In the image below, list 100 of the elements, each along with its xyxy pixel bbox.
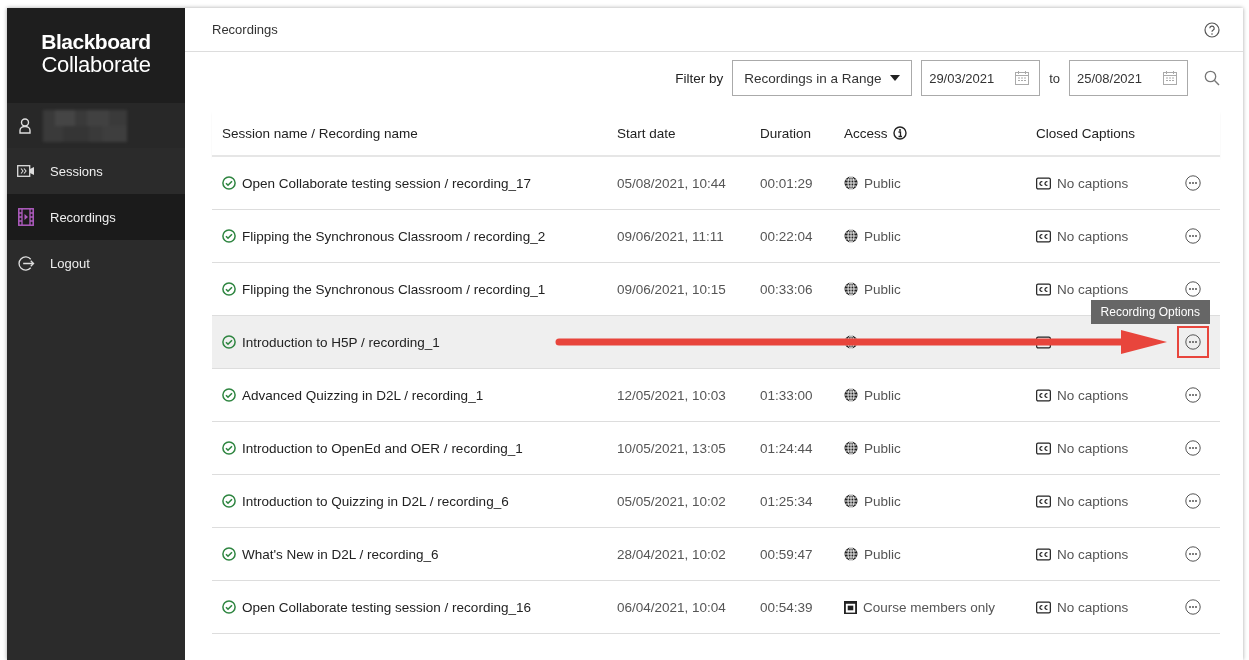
globe-icon	[844, 388, 858, 402]
recording-name: What's New in D2L / recording_6	[242, 546, 439, 562]
ellipsis-icon	[1185, 228, 1201, 244]
closed-captions-icon	[1036, 282, 1051, 296]
column-header: Start date	[617, 125, 676, 141]
more-options-button[interactable]	[1182, 172, 1204, 194]
duration: 00:01:29	[760, 175, 813, 191]
captions-status: No captions	[1057, 599, 1129, 615]
captions-status: No captions	[1057, 546, 1129, 562]
recording-name: Introduction to H5P / recording_1	[242, 334, 440, 350]
video-camera-icon	[16, 165, 36, 177]
check-circle-icon	[222, 335, 236, 349]
duration: 00:22:04	[760, 228, 813, 244]
caret-icon	[890, 75, 901, 81]
globe-icon	[844, 176, 858, 190]
globe-icon	[844, 547, 858, 561]
info-icon[interactable]	[892, 126, 907, 140]
start-date: 12/05/2021, 10:03	[617, 387, 726, 403]
access-level: Public	[864, 175, 901, 191]
duration: 01:25:34	[760, 493, 813, 509]
more-options-button[interactable]	[1182, 543, 1204, 565]
captions-status: No captions	[1057, 228, 1129, 244]
recording-name: Open Collaborate testing session / recording_17	[242, 175, 531, 191]
check-circle-icon	[222, 547, 236, 561]
closed-captions-icon	[1036, 229, 1051, 243]
check-circle-icon	[222, 494, 236, 508]
more-options-button[interactable]	[1182, 437, 1204, 459]
tooltip: Recording Options	[1090, 300, 1210, 324]
check-circle-icon	[222, 176, 236, 190]
globe-icon	[844, 282, 858, 296]
more-options-button[interactable]	[1182, 278, 1204, 300]
closed-captions-icon	[1036, 335, 1051, 349]
access-level: Public	[864, 281, 901, 297]
access-level: Public	[864, 387, 901, 403]
more-options-button[interactable]	[1177, 326, 1209, 358]
column-header: Access	[844, 125, 888, 141]
start-date: 05/05/2021, 10:02	[617, 493, 726, 509]
globe-icon	[844, 441, 858, 455]
recording-name: Open Collaborate testing session / recording_16	[242, 599, 531, 615]
ellipsis-icon	[1185, 599, 1201, 615]
duration: 00:54:39	[760, 599, 813, 615]
course-icon	[844, 600, 857, 614]
film-strip-icon	[16, 208, 36, 226]
date-field[interactable]: 25/08/2021	[1069, 60, 1188, 96]
calendar-icon	[1163, 71, 1177, 85]
start-date: 06/04/2021, 10:04	[617, 599, 726, 615]
ellipsis-icon	[1185, 175, 1201, 191]
more-options-button[interactable]	[1182, 490, 1204, 512]
filter-label: Filter by	[675, 70, 724, 86]
captions-status: No captions	[1057, 281, 1129, 297]
ellipsis-icon	[1185, 546, 1201, 562]
search-icon[interactable]	[1204, 70, 1220, 86]
closed-captions-icon	[1036, 494, 1051, 508]
access-level: Public	[864, 440, 901, 456]
recording-name: Advanced Quizzing in D2L / recording_1	[242, 387, 484, 403]
check-circle-icon	[222, 600, 236, 614]
start-date: 28/04/2021, 10:02	[617, 546, 726, 562]
column-header: Closed Captions	[1036, 125, 1136, 141]
more-options-button[interactable]	[1182, 596, 1204, 618]
duration: 00:59:47	[760, 546, 813, 562]
recording-name: Flipping the Synchronous Classroom / recording_2	[242, 228, 546, 244]
page-title: Recordings	[212, 22, 278, 37]
more-options-button[interactable]	[1182, 225, 1204, 247]
captions-status: No captions	[1057, 493, 1129, 509]
help-icon[interactable]	[1204, 21, 1220, 38]
range-separator: to	[1049, 70, 1060, 86]
access-level: Course members only	[863, 599, 996, 615]
start-date: 05/08/2021, 10:44	[617, 175, 726, 191]
start-date: 09/06/2021, 11:11	[617, 228, 724, 244]
sidebar-item[interactable]: Recordings	[7, 194, 185, 240]
check-circle-icon	[222, 282, 236, 296]
access-level: Public	[864, 228, 901, 244]
logo-subtitle: Collaborate	[41, 53, 151, 76]
duration: 01:24:44	[760, 440, 813, 456]
more-options-button[interactable]	[1182, 384, 1204, 406]
start-date: 09/06/2021, 10:15	[617, 281, 726, 297]
captions-status: No captions	[1057, 440, 1129, 456]
start-date: 10/05/2021, 13:05	[617, 440, 726, 456]
captions-status: No captions	[1057, 175, 1129, 191]
logout-icon	[16, 254, 36, 272]
captions-status: No captions	[1057, 387, 1129, 403]
globe-icon	[844, 494, 858, 508]
duration: 00:33:06	[760, 281, 813, 297]
ellipsis-icon	[1185, 281, 1201, 297]
check-circle-icon	[222, 388, 236, 402]
date-field[interactable]: 29/03/2021	[921, 60, 1041, 96]
filter-dropdown[interactable]: Recordings in a Range	[732, 60, 913, 96]
globe-icon	[844, 335, 858, 349]
user-icon	[19, 117, 31, 134]
duration: 01:33:00	[760, 387, 813, 403]
recording-name: Introduction to Quizzing in D2L / recording_6	[242, 493, 509, 509]
column-header: Session name / Recording name	[222, 125, 418, 141]
closed-captions-icon	[1036, 176, 1051, 190]
recording-name: Introduction to OpenEd and OER / recording_1	[242, 440, 523, 456]
ellipsis-icon	[1185, 387, 1201, 403]
closed-captions-icon	[1036, 600, 1051, 614]
ellipsis-icon	[1185, 440, 1201, 456]
closed-captions-icon	[1036, 547, 1051, 561]
logo-title: Blackboard	[41, 30, 151, 53]
access-level: Public	[864, 546, 901, 562]
